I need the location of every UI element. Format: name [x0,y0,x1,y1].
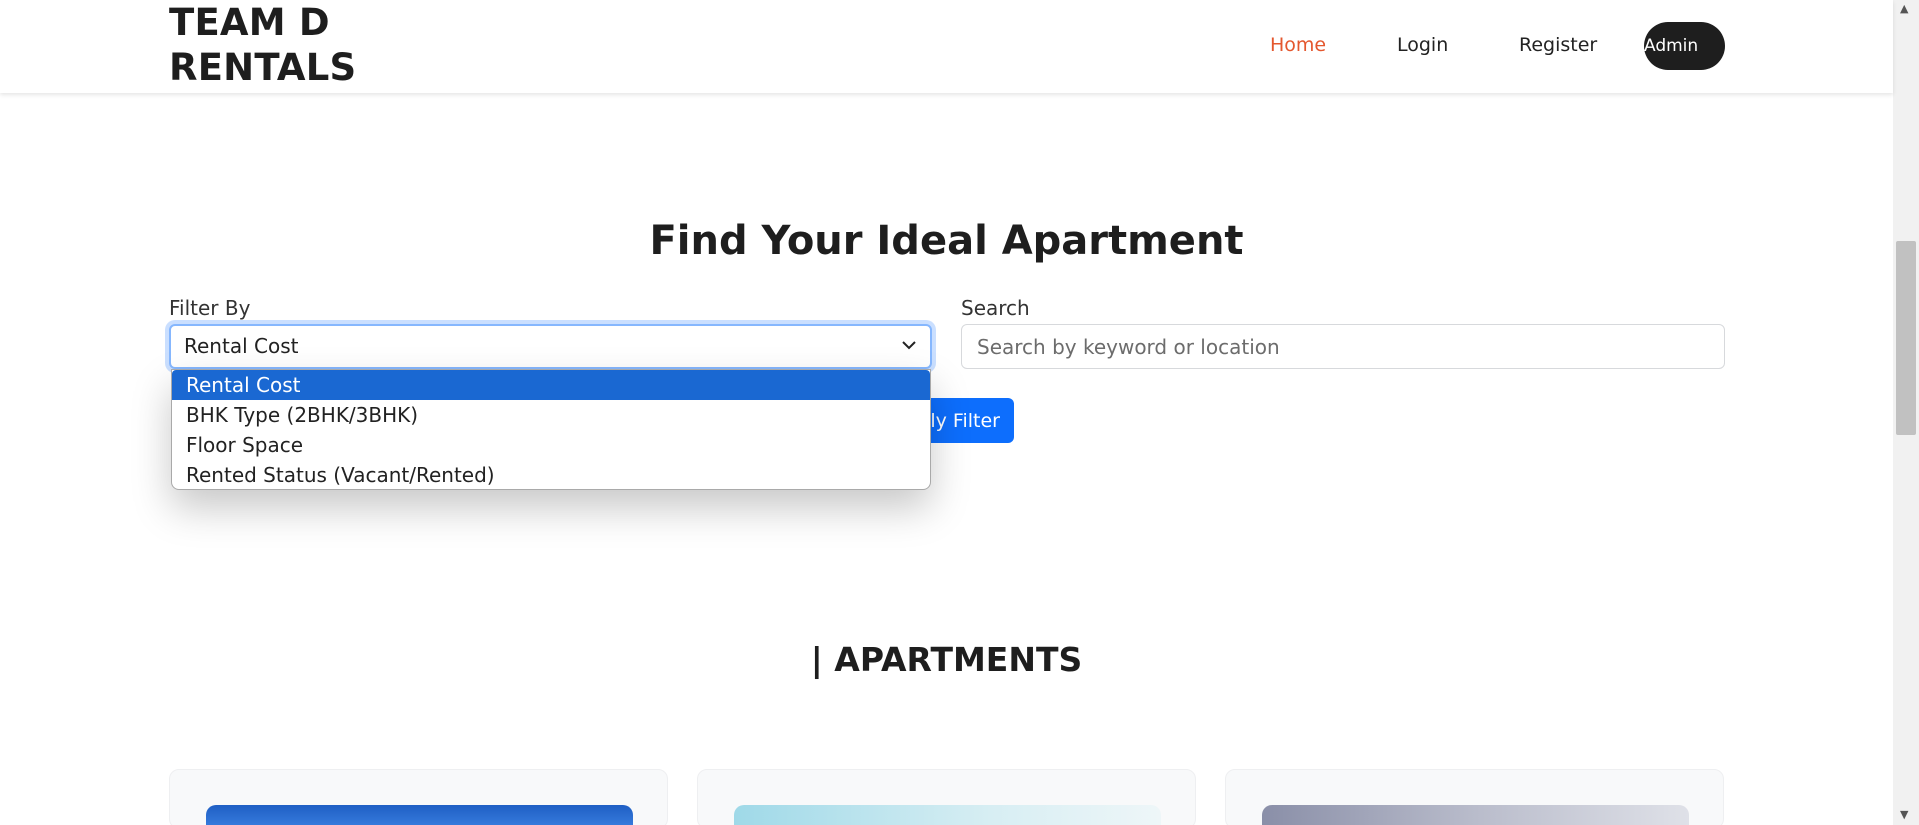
dropdown-option-bhk-type[interactable]: BHK Type (2BHK/3BHK) [172,400,930,430]
scroll-down-arrow-icon[interactable]: ▼ [1900,808,1908,821]
scroll-thumb[interactable] [1896,241,1916,435]
dropdown-option-floor-space[interactable]: Floor Space [172,430,930,460]
apartment-image [1262,805,1689,825]
search-label: Search [961,296,1030,320]
apartment-image [734,805,1161,825]
apartment-card[interactable] [697,769,1196,825]
scroll-up-arrow-icon[interactable]: ▲ [1900,2,1908,15]
page-scrollbar[interactable]: ▲ ▼ [1893,0,1919,825]
apartment-card[interactable] [169,769,668,825]
filter-label: Filter By [169,296,251,320]
apartment-image [206,805,633,825]
nav-register-link[interactable]: Register [1519,33,1597,57]
dropdown-option-rental-cost[interactable]: Rental Cost [172,370,930,400]
apartment-card[interactable] [1225,769,1724,825]
nav-links: Home Login Register Admin [0,0,1893,93]
filter-selected-value: Rental Cost [184,334,299,358]
chevron-down-icon [902,341,916,350]
nav-home-link[interactable]: Home [1270,33,1326,57]
navbar: TEAM D RENTALS Home Login Register Admin [0,0,1893,93]
apartments-section-title: | APARTMENTS [810,640,1083,679]
admin-button[interactable]: Admin [1644,22,1725,70]
search-input[interactable] [961,324,1725,369]
filter-select[interactable]: Rental Cost [169,324,932,369]
filter-dropdown-list: Rental Cost BHK Type (2BHK/3BHK) Floor S… [171,369,931,490]
nav-login-link[interactable]: Login [1397,33,1448,57]
page-title: Find Your Ideal Apartment [649,218,1244,264]
dropdown-option-rented-status[interactable]: Rented Status (Vacant/Rented) [172,460,930,489]
